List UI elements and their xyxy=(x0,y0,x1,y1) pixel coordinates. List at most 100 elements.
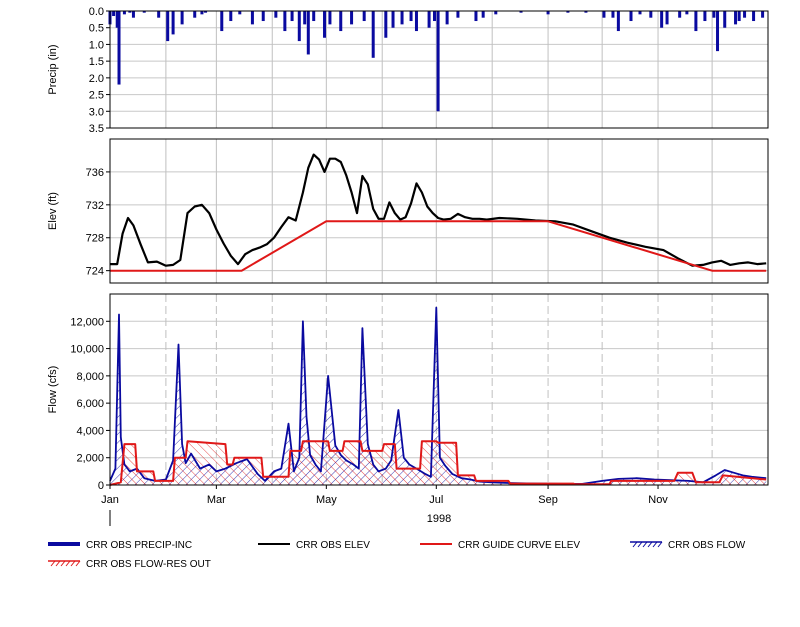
elev-obs-line xyxy=(110,153,767,267)
flow-y-tick-label: 0 xyxy=(98,480,104,492)
precip-y-tick-label: 2.5 xyxy=(89,90,104,102)
precip-bar xyxy=(220,11,224,32)
precip-bar xyxy=(400,11,404,25)
precip-bar xyxy=(250,11,254,25)
precip-bar xyxy=(312,11,316,22)
precip-bar xyxy=(737,11,741,22)
precip-y-tick-label: 3.5 xyxy=(89,123,104,135)
legend-label: CRR OBS PRECIP-INC xyxy=(86,540,192,551)
precip-bar xyxy=(193,11,197,18)
flow-y-tick-label: 6,000 xyxy=(76,398,104,410)
precip-bar xyxy=(350,11,354,25)
precip-bar xyxy=(546,11,550,15)
precip-bar xyxy=(427,11,431,28)
precip-bar xyxy=(685,11,689,15)
legend-item: CRR OBS FLOW xyxy=(630,540,746,551)
elev-y-tick-label: 728 xyxy=(86,233,104,245)
precip-bar xyxy=(436,11,440,112)
elev-y-tick-label: 732 xyxy=(86,200,104,212)
axes-layer: 0.0 0.5 1.0 1.5 2.0 2.5 3.0 3.5 Precip (in) 724 72… xyxy=(47,6,769,526)
x-tick-label: May xyxy=(316,494,337,506)
x-tick-label: Nov xyxy=(648,494,668,506)
precip-bar xyxy=(171,11,175,35)
precip-bar xyxy=(238,11,242,15)
legend: CRR OBS PRECIP-INC CRR OBS ELEV CRR GUIDE … xyxy=(48,540,746,570)
flow-resout-hatch-area xyxy=(110,441,767,485)
precip-bar xyxy=(474,11,478,22)
precip-bar xyxy=(131,11,135,18)
precip-bar xyxy=(629,11,633,22)
precip-bar xyxy=(391,11,395,28)
precip-bar xyxy=(734,11,738,25)
x-tick-label: Mar xyxy=(207,494,226,506)
precip-bar xyxy=(328,11,332,25)
precip-bar xyxy=(665,11,669,25)
elev-y-tick-label: 724 xyxy=(86,266,104,278)
precip-bar xyxy=(432,11,436,22)
x-tick-label: Jan xyxy=(101,494,119,506)
precip-bar xyxy=(616,11,620,32)
precip-bar xyxy=(297,11,301,42)
legend-item: CRR OBS FLOW-RES OUT xyxy=(48,559,211,570)
precip-bar xyxy=(712,11,716,18)
flow-y-tick-label: 12,000 xyxy=(70,316,104,328)
precip-y-tick-label: 3.0 xyxy=(89,106,104,118)
precip-bar xyxy=(303,11,307,25)
hydrograph-chart: 0.0 0.5 1.0 1.5 2.0 2.5 3.0 3.5 Precip (in) 724 72… xyxy=(47,6,769,570)
precip-bar xyxy=(716,11,720,52)
precip-bar xyxy=(456,11,460,18)
precip-bar xyxy=(180,11,184,25)
precip-bar xyxy=(611,11,615,18)
elev-guide-curve-line xyxy=(110,220,767,272)
precip-bar xyxy=(445,11,449,25)
precip-bar xyxy=(200,11,204,15)
flow-y-tick-label: 8,000 xyxy=(76,371,104,383)
legend-item: CRR OBS PRECIP-INC xyxy=(48,540,192,551)
precip-bar xyxy=(743,11,747,18)
precip-y-tick-label: 0.0 xyxy=(89,6,104,18)
precip-bar xyxy=(166,11,170,42)
precip-bar xyxy=(157,11,161,18)
x-tick-label: Sep xyxy=(538,494,558,506)
chart-root: 0.0 0.5 1.0 1.5 2.0 2.5 3.0 3.5 Precip (in) 724 72… xyxy=(0,0,800,627)
precip-bar xyxy=(494,11,498,15)
precip-bar xyxy=(261,11,265,22)
legend-label: CRR GUIDE CURVE ELEV xyxy=(458,540,580,551)
precip-bar xyxy=(112,11,116,17)
precip-bar xyxy=(649,11,653,18)
precip-bar xyxy=(283,11,287,32)
flow-y-tick-label: 10,000 xyxy=(70,344,104,356)
flow-y-tick-label: 2,000 xyxy=(76,453,104,465)
precip-bar xyxy=(694,11,698,32)
legend-item: CRR GUIDE CURVE ELEV xyxy=(420,540,580,551)
precip-bar xyxy=(660,11,664,28)
elev-y-axis-label: Elev (ft) xyxy=(47,192,59,230)
legend-item: CRR OBS ELEV xyxy=(258,540,370,551)
precip-bar xyxy=(602,11,606,18)
x-tick-label: Jul xyxy=(429,494,443,506)
precip-bar xyxy=(274,11,278,18)
precip-bar xyxy=(229,11,233,22)
legend-label: CRR OBS FLOW xyxy=(668,540,746,551)
precip-bar xyxy=(339,11,343,32)
legend-label: CRR OBS ELEV xyxy=(296,540,370,551)
precip-bar xyxy=(371,11,375,58)
precip-bar xyxy=(723,11,727,28)
flow-y-axis-label: Flow (cfs) xyxy=(47,366,59,414)
x-year-label: 1998 xyxy=(427,513,451,525)
legend-label: CRR OBS FLOW-RES OUT xyxy=(86,559,211,570)
precip-bar xyxy=(414,11,418,32)
precip-bar xyxy=(638,11,642,15)
precip-bar xyxy=(752,11,756,22)
elev-y-tick-label: 736 xyxy=(86,167,104,179)
precip-bar xyxy=(384,11,388,38)
precip-bar xyxy=(703,11,707,22)
precip-bar xyxy=(362,11,366,22)
precip-bar xyxy=(678,11,682,18)
precip-bar xyxy=(323,11,327,38)
precip-bar xyxy=(481,11,485,18)
precip-y-tick-label: 0.5 xyxy=(89,23,104,35)
precip-bar xyxy=(409,11,413,22)
series-layer xyxy=(108,11,767,486)
precip-bar xyxy=(761,11,765,18)
